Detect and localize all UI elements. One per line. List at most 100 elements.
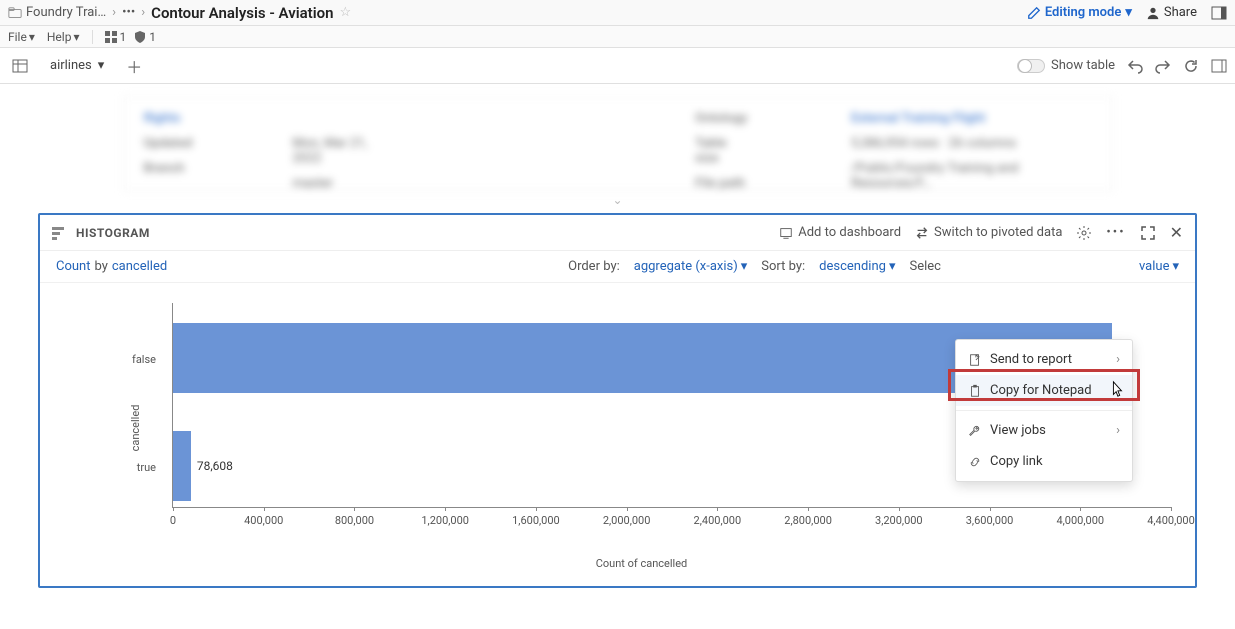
folder-icon <box>8 6 22 20</box>
gear-icon[interactable] <box>1076 225 1092 241</box>
x-tick <box>627 507 628 511</box>
x-tick <box>1080 507 1081 511</box>
value-dropdown[interactable]: value ▾ <box>1139 259 1179 274</box>
show-table-toggle[interactable]: Show table <box>1017 58 1115 73</box>
x-axis-label: Count of cancelled <box>112 557 1171 570</box>
badges: 1 1 <box>105 30 157 44</box>
badge-count: 1 <box>149 30 156 44</box>
add-dataset-button[interactable]: ＋ <box>122 54 146 78</box>
x-tick <box>899 507 900 511</box>
dataset-chip[interactable]: airlines ▾ <box>42 55 112 76</box>
board-count-badge[interactable]: 1 <box>105 30 127 44</box>
order-by-dropdown[interactable]: aggregate (x-axis) ▾ <box>634 259 748 274</box>
share-label: Share <box>1164 5 1197 20</box>
swap-icon <box>915 226 929 240</box>
dataset-chip-label: airlines <box>50 58 92 73</box>
toggle-switch[interactable] <box>1017 59 1045 73</box>
panel-icon[interactable] <box>1211 58 1227 74</box>
category-label-true: true <box>106 461 156 474</box>
chevron-down-icon: ▾ <box>889 259 896 274</box>
show-table-label: Show table <box>1051 58 1115 73</box>
star-icon[interactable]: ☆ <box>339 5 351 20</box>
x-tick-label: 1,200,000 <box>421 514 469 527</box>
panel-right-icon[interactable] <box>1211 5 1227 21</box>
help-menu[interactable]: Help▾ <box>47 30 80 44</box>
chevron-down-icon: ▾ <box>73 30 79 44</box>
dimension-link[interactable]: cancelled <box>112 259 167 274</box>
chevron-down-icon: ▾ <box>1172 259 1179 274</box>
link-icon <box>968 455 982 469</box>
redo-icon[interactable] <box>1155 58 1171 74</box>
breadcrumb-root[interactable]: Foundry Trai… <box>8 5 106 20</box>
menu-send-to-report[interactable]: Send to report › <box>956 344 1132 375</box>
category-label-false: false <box>106 353 156 366</box>
menu-bar: File▾ Help▾ 1 1 <box>0 26 1235 48</box>
close-icon[interactable]: ✕ <box>1170 223 1183 242</box>
expand-handle-icon[interactable]: ⌄ <box>0 193 1235 207</box>
select-label-truncated: Selec <box>909 259 940 274</box>
x-tick-label: 4,400,000 <box>1147 514 1195 527</box>
wrench-icon <box>968 424 982 438</box>
chevron-down-icon: ▾ <box>1125 5 1132 20</box>
x-tick-label: 3,600,000 <box>966 514 1014 527</box>
dataset-info-card: flights Updated Branch Mon, Mar 21, 2022… <box>123 96 1113 191</box>
expand-icon[interactable] <box>1140 225 1156 241</box>
share-button[interactable]: Share <box>1146 5 1197 20</box>
undo-icon[interactable] <box>1127 58 1143 74</box>
order-by-label: Order by: <box>568 259 620 274</box>
editing-mode-dropdown[interactable]: Editing mode ▾ <box>1027 5 1132 20</box>
chevron-right-icon: › <box>1116 423 1120 438</box>
refresh-icon[interactable] <box>1183 58 1199 74</box>
send-report-icon <box>968 353 982 367</box>
chevron-right-icon: › <box>141 5 145 20</box>
x-tick-label: 0 <box>170 514 176 527</box>
x-tick <box>354 507 355 511</box>
x-tick-label: 3,200,000 <box>875 514 923 527</box>
edit-icon <box>1027 6 1041 20</box>
x-tick-label: 2,400,000 <box>694 514 742 527</box>
add-to-dashboard-button[interactable]: Add to dashboard <box>779 225 901 240</box>
x-tick-label: 1,600,000 <box>512 514 560 527</box>
x-tick <box>173 507 174 511</box>
menu-view-jobs[interactable]: View jobs › <box>956 415 1132 446</box>
x-tick <box>717 507 718 511</box>
chevron-down-icon: ▾ <box>741 259 748 274</box>
bar-true[interactable]: 78,608 <box>173 431 233 501</box>
grid-icon <box>105 31 117 43</box>
x-tick-label: 4,000,000 <box>1056 514 1104 527</box>
page-title: Contour Analysis - Aviation <box>151 4 333 22</box>
header-actions: Editing mode ▾ Share <box>1027 5 1227 21</box>
chevron-right-icon: › <box>112 5 116 20</box>
shield-count-badge[interactable]: 1 <box>134 30 156 44</box>
x-tick <box>264 507 265 511</box>
table-icon <box>12 58 28 74</box>
person-icon <box>1146 6 1160 20</box>
main-content: flights Updated Branch Mon, Mar 21, 2022… <box>0 84 1235 629</box>
by-label: by <box>94 259 107 274</box>
switch-pivoted-label: Switch to pivoted data <box>934 225 1062 240</box>
breadcrumb: Foundry Trai… › ••• › Contour Analysis -… <box>8 4 351 22</box>
panel-context-menu: Send to report › Copy for Notepad View j… <box>955 339 1133 482</box>
dashboard-icon <box>779 226 793 240</box>
more-icon[interactable]: ••• <box>1106 225 1125 240</box>
sort-by-dropdown[interactable]: descending ▾ <box>819 259 895 274</box>
menu-copy-link[interactable]: Copy link <box>956 446 1132 477</box>
x-tick <box>1171 507 1172 511</box>
histogram-icon <box>52 225 68 241</box>
breadcrumb-ellipsis[interactable]: ••• <box>122 5 135 20</box>
menu-copy-for-notepad[interactable]: Copy for Notepad <box>956 375 1132 406</box>
chevron-down-icon: ▾ <box>98 58 105 73</box>
shield-icon <box>134 31 146 43</box>
switch-pivoted-button[interactable]: Switch to pivoted data <box>915 225 1062 240</box>
x-tick <box>808 507 809 511</box>
panel-header: HISTOGRAM Add to dashboard Switch to piv… <box>40 215 1195 251</box>
file-menu[interactable]: File▾ <box>8 30 35 44</box>
add-to-dashboard-label: Add to dashboard <box>798 225 901 240</box>
x-tick-label: 800,000 <box>335 514 374 527</box>
bar-true-value: 78,608 <box>197 459 233 473</box>
menu-divider <box>956 410 1132 411</box>
clipboard-icon <box>968 384 982 398</box>
table-toggle-button[interactable] <box>8 54 32 78</box>
metric-link[interactable]: Count <box>56 259 90 274</box>
y-axis-label: cancelled <box>129 405 142 452</box>
